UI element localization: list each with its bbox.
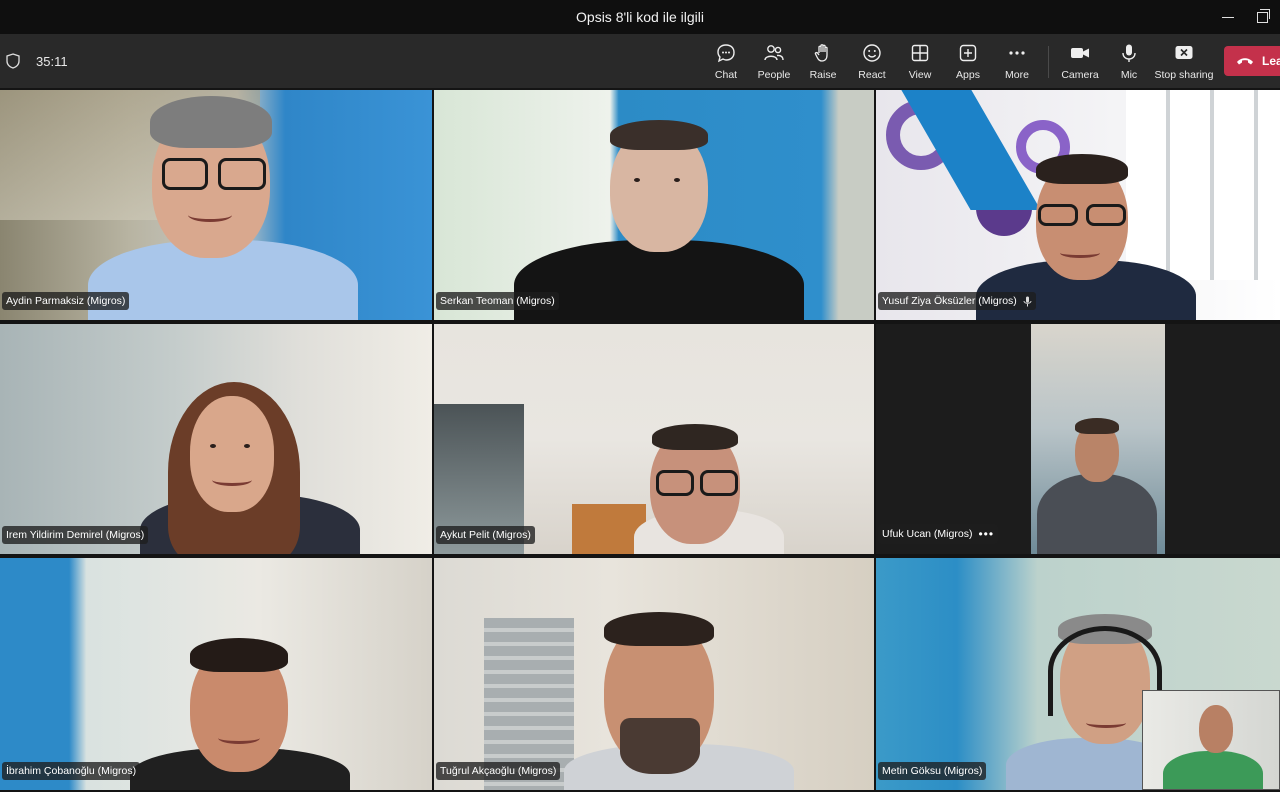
- meeting-toolbar: 35:11 Chat People Raise React View Apps …: [0, 34, 1280, 88]
- raise-hand-button[interactable]: Raise: [810, 42, 836, 84]
- view-label: View: [908, 69, 932, 81]
- stop-sharing-label: Stop sharing: [1154, 69, 1214, 81]
- self-view-video[interactable]: [1142, 690, 1280, 790]
- participant-name: Aydin Parmaksiz (Migros): [2, 292, 130, 310]
- shield-icon: [6, 53, 20, 69]
- smiley-icon: [863, 44, 881, 62]
- mic-label: Mic: [1120, 69, 1138, 81]
- more-label: More: [1005, 69, 1029, 81]
- minimize-button[interactable]: [1210, 0, 1246, 34]
- smile: [1060, 248, 1100, 258]
- glasses: [162, 158, 208, 190]
- participant-name: Ufuk Ucan (Migros) •••: [878, 524, 999, 544]
- participant-name: İbrahim Çobanoğlu (Migros): [2, 762, 141, 780]
- person-beard: [620, 718, 700, 774]
- grid-view-icon: [911, 44, 929, 62]
- eye: [210, 444, 216, 448]
- minimize-icon: [1222, 16, 1234, 18]
- participant-name-text: Yusuf Ziya Öksüzler (Migros): [882, 295, 1017, 307]
- raise-label: Raise: [809, 69, 837, 81]
- camera-icon: [1071, 48, 1089, 58]
- participant-video-tile[interactable]: Aydin Parmaksiz (Migros): [0, 90, 432, 320]
- participant-video-tile[interactable]: Metin Göksu (Migros): [876, 558, 1280, 790]
- glasses: [1038, 204, 1078, 226]
- more-button[interactable]: More: [1004, 42, 1030, 84]
- restore-button[interactable]: [1244, 0, 1280, 34]
- smile: [212, 474, 252, 486]
- apps-button[interactable]: Apps: [955, 42, 981, 84]
- react-label: React: [858, 69, 886, 81]
- person-hair: [1075, 418, 1119, 434]
- glasses: [700, 470, 738, 496]
- smile: [1086, 718, 1126, 728]
- smile: [188, 208, 232, 222]
- eye: [674, 178, 680, 182]
- eye: [634, 178, 640, 182]
- leave-label: Lea: [1262, 54, 1280, 68]
- person-hair: [1036, 154, 1128, 184]
- hang-up-icon: [1237, 58, 1253, 65]
- person-head: [190, 396, 274, 512]
- video-grid: Aydin Parmaksiz (Migros) Serkan Teoman (…: [0, 90, 1280, 790]
- people-button[interactable]: People: [758, 42, 790, 84]
- person-hair: [150, 96, 272, 148]
- apps-plus-icon: [959, 44, 977, 62]
- participant-video-tile[interactable]: Tuğrul Akçaoğlu (Migros): [434, 558, 874, 790]
- restore-icon: [1256, 8, 1270, 23]
- glasses: [218, 158, 266, 190]
- participant-video-tile[interactable]: İbrahim Çobanoğlu (Migros): [0, 558, 432, 790]
- meeting-timer: 35:11: [36, 54, 68, 69]
- person-hair: [604, 612, 714, 646]
- participant-video-tile[interactable]: Irem Yildirim Demirel (Migros): [0, 324, 432, 554]
- smile: [218, 732, 260, 744]
- participant-name: Irem Yildirim Demirel (Migros): [2, 526, 149, 544]
- mic-muted-icon: [1023, 296, 1032, 306]
- participant-video-tile[interactable]: Aykut Pelit (Migros): [434, 324, 874, 554]
- participant-name: Serkan Teoman (Migros): [436, 292, 559, 310]
- participant-video-tile[interactable]: Ufuk Ucan (Migros) •••: [876, 324, 1280, 554]
- participant-video-tile[interactable]: Serkan Teoman (Migros): [434, 90, 874, 320]
- participant-name: Yusuf Ziya Öksüzler (Migros): [878, 292, 1036, 310]
- chat-icon: [717, 44, 735, 63]
- person-hair: [652, 424, 738, 450]
- stop-sharing-button[interactable]: Stop sharing: [1154, 42, 1214, 84]
- mic-button[interactable]: Mic: [1118, 42, 1140, 84]
- more-dots-icon: [1009, 51, 1025, 55]
- title-bar: Opsis 8'li kod ile ilgili: [0, 0, 1280, 34]
- mic-icon: [1122, 44, 1136, 62]
- participant-name: Metin Göksu (Migros): [878, 762, 987, 780]
- leave-button[interactable]: Lea: [1224, 46, 1280, 76]
- eye: [244, 444, 250, 448]
- view-button[interactable]: View: [907, 42, 933, 84]
- participant-name: Aykut Pelit (Migros): [436, 526, 535, 544]
- react-button[interactable]: React: [858, 42, 886, 84]
- stop-share-icon: [1175, 46, 1193, 59]
- person-hair: [190, 638, 288, 672]
- people-label: People: [757, 69, 791, 81]
- chat-label: Chat: [714, 69, 738, 81]
- person-hair: [610, 120, 708, 150]
- chat-button[interactable]: Chat: [712, 42, 740, 84]
- portrait-video: [1031, 324, 1165, 554]
- person-head: [1199, 705, 1233, 753]
- participant-video-tile[interactable]: Yusuf Ziya Öksüzler (Migros): [876, 90, 1280, 320]
- person-body: [1037, 474, 1157, 554]
- toolbar-divider: [1048, 46, 1049, 78]
- participant-name-text: Ufuk Ucan (Migros): [882, 528, 973, 540]
- participant-more-options[interactable]: •••: [978, 527, 994, 541]
- window-panes: [1126, 90, 1280, 280]
- people-icon: [764, 45, 784, 61]
- participant-name: Tuğrul Akçaoğlu (Migros): [436, 762, 561, 780]
- person-body: [1163, 751, 1263, 789]
- camera-label: Camera: [1061, 69, 1099, 81]
- glasses: [656, 470, 694, 496]
- raise-hand-icon: [814, 44, 828, 62]
- glasses: [1086, 204, 1126, 226]
- teams-meeting-window: Opsis 8'li kod ile ilgili 35:11 Chat Peo…: [0, 0, 1280, 792]
- apps-label: Apps: [956, 69, 980, 81]
- camera-button[interactable]: Camera: [1061, 42, 1099, 84]
- meeting-title: Opsis 8'li kod ile ilgili: [576, 9, 704, 25]
